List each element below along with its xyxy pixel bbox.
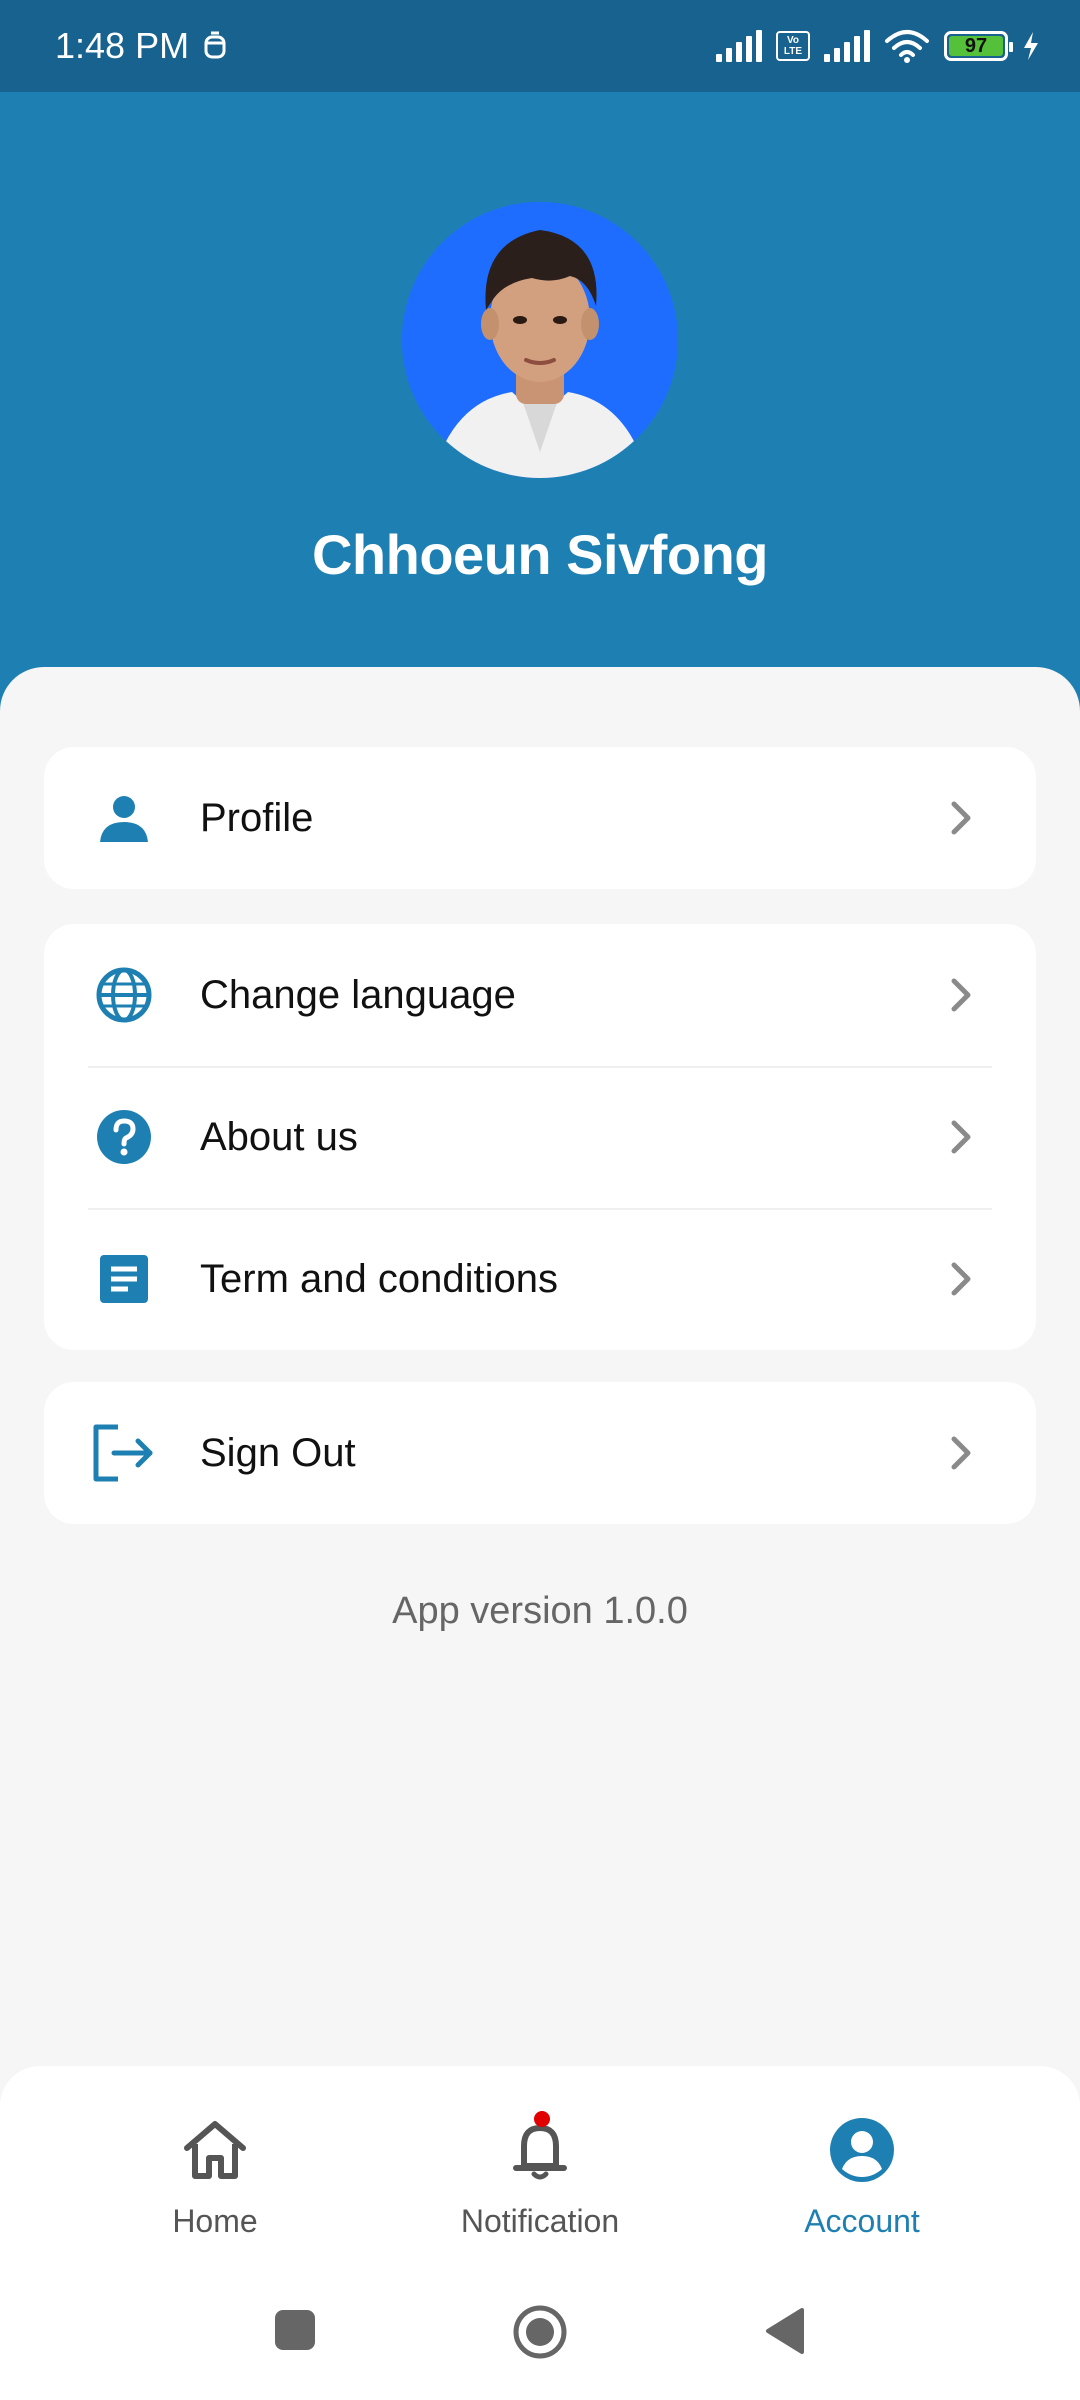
menu-item-sign-out[interactable]: Sign Out [44,1382,1036,1524]
status-left: 1:48 PM [55,25,227,67]
status-bar: 1:48 PM Vo LTE 97 [0,0,1080,92]
home-system-button[interactable] [512,2304,568,2360]
nav-notification[interactable]: Notification [410,2111,670,2240]
charging-icon [1024,32,1038,60]
wifi-icon [885,30,929,63]
nav-account[interactable]: Account [732,2111,992,2240]
menu-item-label: Change language [200,972,516,1017]
battery-level: 97 [949,36,1003,56]
status-right: Vo LTE 97 [716,29,1040,63]
person-icon [92,786,156,850]
back-button[interactable] [762,2306,806,2356]
document-icon [92,1247,156,1311]
account-circle-icon [732,2111,992,2189]
system-navigation-bar [0,2280,1080,2390]
user-avatar-photo [402,202,678,478]
recent-apps-button[interactable] [273,2308,317,2352]
menu-item-label: About us [200,1114,358,1159]
nav-home[interactable]: Home [85,2111,345,2240]
app-version: App version 1.0.0 [392,1590,688,1632]
notification-indicator-icon [204,31,226,59]
settings-card: Change language About us Term and condit… [44,924,1036,1350]
user-name: Chhoeun Sivfong [311,523,769,586]
status-time: 1:48 PM [55,25,190,66]
home-icon [85,2111,345,2189]
globe-icon [92,963,156,1027]
nav-label-notification: Notification [460,2203,620,2239]
signal-icon [716,30,762,62]
profile-card: Profile [44,747,1036,889]
menu-item-terms[interactable]: Term and conditions [44,1208,1036,1350]
sign-out-card: Sign Out [44,1382,1036,1524]
help-circle-icon [92,1105,156,1169]
menu-sheet: Profile Change language About us Term an… [0,667,1080,2067]
avatar[interactable] [402,202,678,478]
signal-icon-2 [824,30,870,62]
chevron-right-icon [951,1120,971,1154]
chevron-right-icon [951,1262,971,1296]
menu-item-label: Profile [200,795,314,840]
nav-label-home: Home [172,2203,258,2239]
menu-item-label: Term and conditions [200,1256,558,1301]
notification-badge [534,2111,550,2127]
chevron-right-icon [951,978,971,1012]
menu-item-change-language[interactable]: Change language [44,924,1036,1066]
chevron-right-icon [951,801,971,835]
chevron-right-icon [951,1436,971,1470]
menu-item-label: Sign Out [200,1430,356,1475]
menu-item-about-us[interactable]: About us [44,1066,1036,1208]
profile-header: Chhoeun Sivfong [0,92,1080,732]
menu-item-profile[interactable]: Profile [44,747,1036,889]
logout-icon [92,1421,156,1485]
nav-label-account: Account [804,2203,920,2239]
battery-icon: 97 [944,31,1013,61]
volte-icon: Vo LTE [776,31,810,61]
